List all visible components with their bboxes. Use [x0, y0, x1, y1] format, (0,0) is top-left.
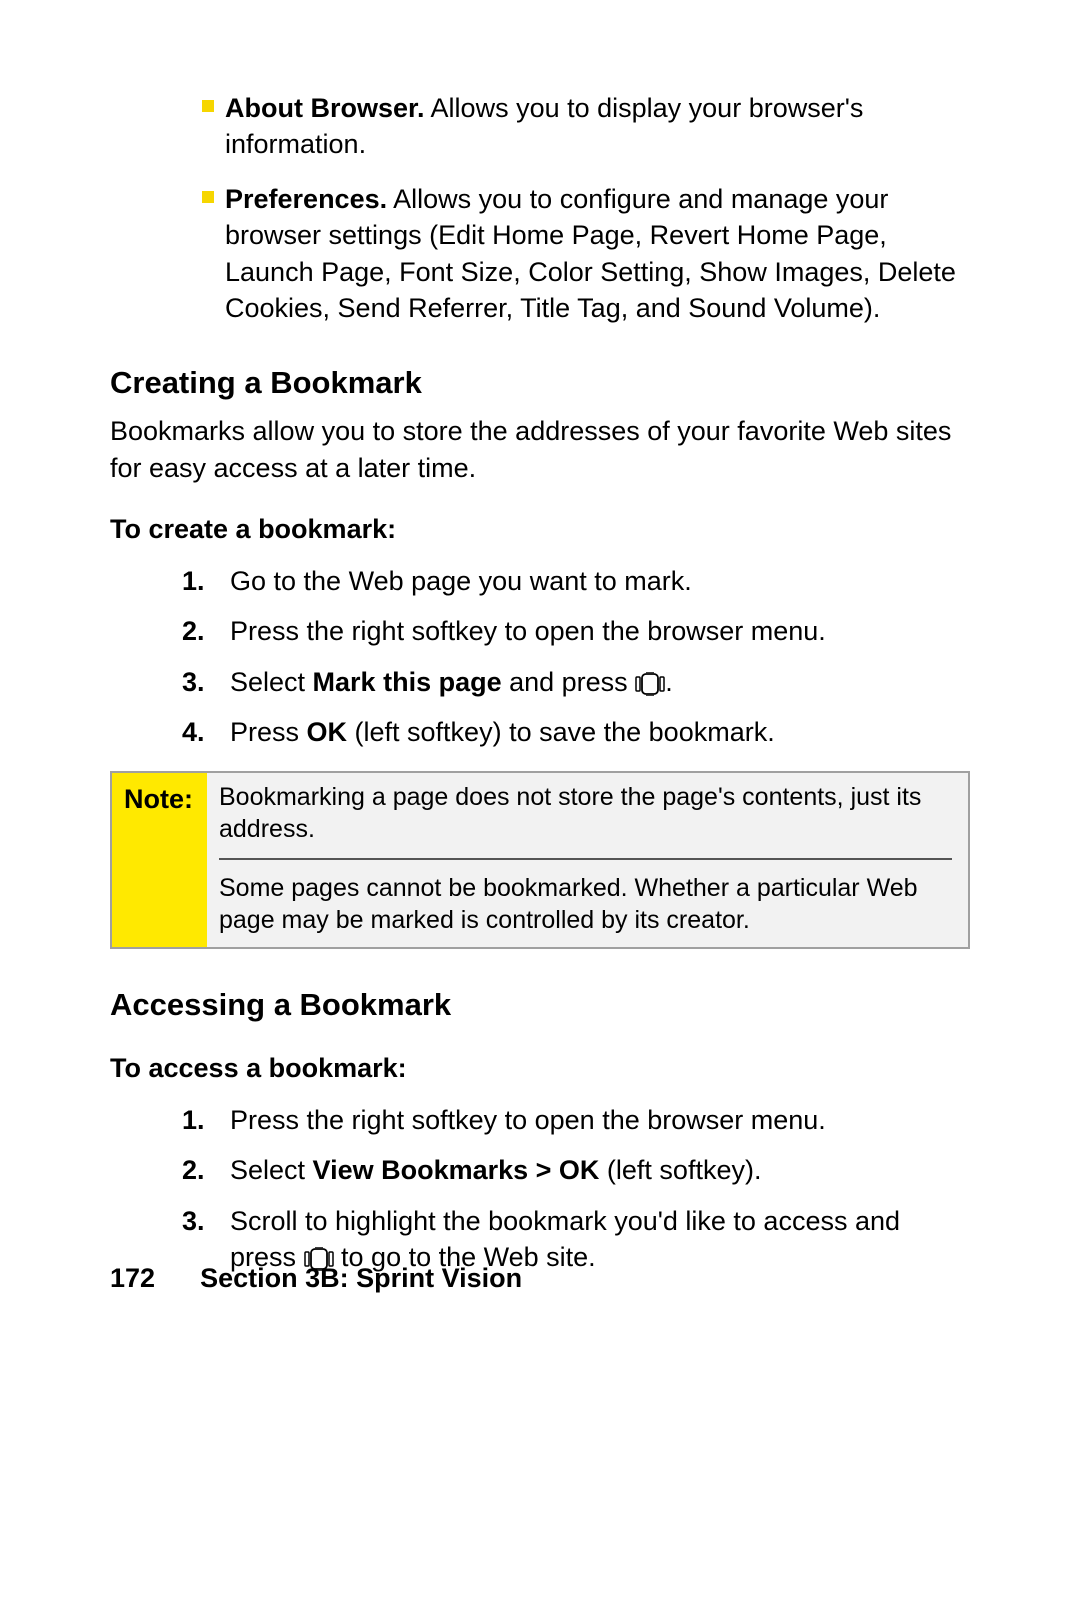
nav-key-icon: [635, 672, 665, 696]
note-box: Note: Bookmarking a page does not store …: [110, 771, 970, 949]
step-1: Go to the Web page you want to mark.: [182, 563, 970, 599]
step-text-c: .: [665, 667, 673, 697]
step-3: Select Mark this page and press .: [182, 664, 970, 700]
step-text: Press the right softkey to open the brow…: [230, 1105, 826, 1135]
step-text-b: and press: [502, 667, 636, 697]
step-2: Select View Bookmarks > OK (left softkey…: [182, 1152, 970, 1188]
note-divider: [219, 858, 952, 860]
heading-creating-bookmark: Creating a Bookmark: [110, 362, 970, 404]
note-label: Note:: [112, 773, 207, 947]
bullet-bold: About Browser.: [225, 93, 425, 123]
bullet-bold: Preferences.: [225, 184, 387, 214]
subhead-access: To access a bookmark:: [110, 1050, 970, 1086]
page-footer: 172 Section 3B: Sprint Vision: [110, 1260, 522, 1296]
intro-paragraph: Bookmarks allow you to store the address…: [110, 413, 970, 486]
step-text: Go to the Web page you want to mark.: [230, 566, 692, 596]
steps-access-bookmark: Press the right softkey to open the brow…: [110, 1102, 970, 1276]
heading-accessing-bookmark: Accessing a Bookmark: [110, 984, 970, 1026]
step-bold: Mark this page: [313, 667, 502, 697]
step-2: Press the right softkey to open the brow…: [182, 613, 970, 649]
step-bold: View Bookmarks > OK: [313, 1155, 600, 1185]
step-text-a: Select: [230, 667, 313, 697]
step-text-b: (left softkey).: [599, 1155, 761, 1185]
bullet-about-browser: About Browser. Allows you to display you…: [110, 90, 970, 163]
footer-section: Section 3B: Sprint Vision: [200, 1263, 522, 1293]
step-text-a: Select: [230, 1155, 313, 1185]
step-1: Press the right softkey to open the brow…: [182, 1102, 970, 1138]
step-text-b: (left softkey) to save the bookmark.: [347, 717, 775, 747]
note-paragraph-2: Some pages cannot be bookmarked. Whether…: [219, 872, 952, 937]
steps-create-bookmark: Go to the Web page you want to mark. Pre…: [110, 563, 970, 751]
top-bullet-list: About Browser. Allows you to display you…: [110, 90, 970, 327]
page-number: 172: [110, 1263, 155, 1293]
step-bold: OK: [307, 717, 348, 747]
note-paragraph-1: Bookmarking a page does not store the pa…: [219, 781, 952, 846]
document-page: { "top_bullets": [ { "bold": "About Brow…: [0, 0, 1080, 1620]
bullet-preferences: Preferences. Allows you to configure and…: [110, 181, 970, 327]
step-text: Press the right softkey to open the brow…: [230, 616, 826, 646]
subhead-create: To create a bookmark:: [110, 511, 970, 547]
step-text-a: Press: [230, 717, 307, 747]
step-4: Press OK (left softkey) to save the book…: [182, 714, 970, 750]
note-content: Bookmarking a page does not store the pa…: [207, 773, 968, 947]
